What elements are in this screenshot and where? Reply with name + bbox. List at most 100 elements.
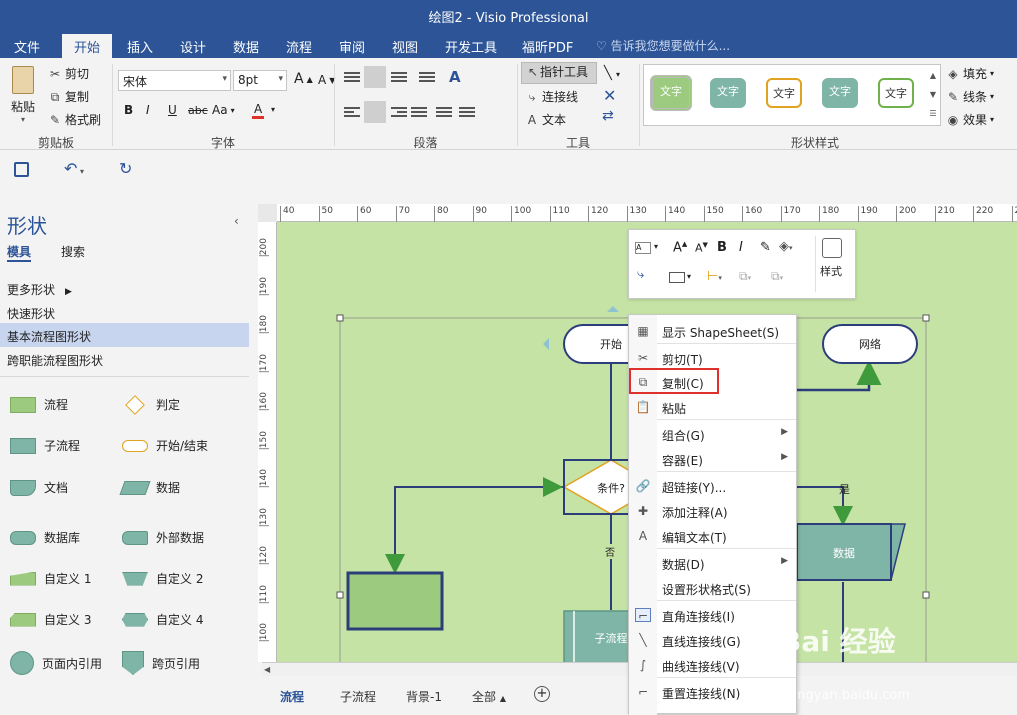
menu-item-format-shape[interactable]: 设置形状格式(S) [629, 576, 796, 600]
align-left-icon[interactable] [344, 105, 360, 119]
fill-icon[interactable]: ◈▾ [779, 239, 793, 254]
chevron-down-icon[interactable]: ▾ [687, 272, 691, 281]
tab-design[interactable]: 设计 [168, 34, 218, 58]
shape-custom-3[interactable]: 自定义 3 [10, 611, 91, 628]
page-tab-all[interactable]: 全部 ▲ [472, 688, 506, 705]
selection-handle[interactable] [337, 592, 343, 598]
chevron-down-icon[interactable]: ▾ [654, 242, 658, 251]
selection-handle[interactable] [337, 315, 343, 321]
position-icon[interactable]: ⊢▾ [707, 269, 722, 284]
menu-item-show-shapesheet[interactable]: ▦显示 ShapeSheet(S) [629, 319, 796, 343]
stencil-basic-flowchart[interactable]: 基本流程图形状 [0, 323, 249, 347]
underline-button[interactable]: U [168, 103, 177, 117]
font-color-button[interactable]: A [252, 102, 264, 119]
shape-custom-4[interactable]: 自定义 4 [122, 611, 203, 628]
style-swatch-2[interactable]: 文字 [710, 78, 746, 108]
align-bottom-icon[interactable] [391, 70, 407, 84]
menu-item-cut[interactable]: ✂剪切(T) [629, 346, 796, 370]
menu-item-paste[interactable]: 📋粘贴 [629, 395, 796, 419]
style-swatch-4[interactable]: 文字 [822, 78, 858, 108]
tab-file[interactable]: 文件 [2, 34, 52, 58]
style-swatch-5[interactable]: 文字 [878, 78, 914, 108]
shape-external-data[interactable]: 外部数据 [122, 529, 204, 546]
italic-button[interactable]: I [146, 103, 150, 117]
tell-me-box[interactable]: ♡ 告诉我您想要做什么... [596, 37, 730, 54]
scroll-left-icon[interactable]: ◀ [264, 665, 270, 674]
save-icon[interactable] [14, 162, 29, 177]
page-tab-background[interactable]: 背景-1 [406, 688, 442, 705]
connector-line[interactable] [797, 487, 843, 522]
process-shape[interactable] [348, 573, 442, 629]
tab-process[interactable]: 流程 [274, 34, 324, 58]
shape-on-page-reference[interactable]: 页面内引用 [10, 651, 102, 675]
indent-decrease-icon[interactable] [436, 105, 452, 119]
italic-icon[interactable]: I [739, 240, 743, 255]
menu-item-container[interactable]: 容器(E)▶ [629, 447, 796, 471]
menu-item-hyperlink[interactable]: 🔗超链接(Y)... [629, 474, 796, 498]
shrink-font-icon[interactable]: A▼ [695, 241, 708, 255]
effects-button[interactable]: ◉效果▾ [946, 111, 994, 128]
shape-data[interactable]: 数据 [122, 479, 180, 496]
text-style-icon[interactable]: A [635, 242, 651, 254]
format-painter-icon[interactable]: ✎ [760, 240, 771, 255]
font-name-combo[interactable]: 宋体▾ [118, 70, 231, 91]
menu-item-group[interactable]: 组合(G)▶ [629, 422, 796, 446]
tab-search[interactable]: 搜索 [61, 243, 85, 260]
menu-item-add-comment[interactable]: ✚添加注释(A) [629, 499, 796, 523]
menu-item-data[interactable]: 数据(D)▶ [629, 551, 796, 575]
shrink-font-button[interactable]: A▼ [318, 73, 335, 87]
shape-custom-2[interactable]: 自定义 2 [122, 570, 203, 587]
shape-off-page-reference[interactable]: 跨页引用 [122, 651, 200, 675]
align-top-icon[interactable] [344, 70, 360, 84]
shape-database[interactable]: 数据库 [10, 529, 80, 546]
tab-insert[interactable]: 插入 [115, 34, 165, 58]
font-size-combo[interactable]: 8pt▾ [233, 70, 287, 91]
page-tab-process[interactable]: 流程 [280, 688, 304, 705]
selection-handle[interactable] [923, 592, 929, 598]
bold-button[interactable]: B [124, 103, 133, 117]
shape-process[interactable]: 流程 [10, 396, 68, 413]
align-center-icon[interactable] [364, 101, 386, 123]
align-icon[interactable] [669, 272, 685, 283]
grow-font-icon[interactable]: A▲ [673, 240, 687, 255]
auto-connect-arrow[interactable] [607, 306, 619, 312]
line-tool-icon[interactable]: ╲ ▾ [604, 66, 620, 81]
pointer-tool-button[interactable]: ↖指针工具 [521, 62, 597, 84]
connection-point-icon[interactable]: ⇄ [602, 108, 614, 124]
stencil-quick-shapes[interactable]: 快速形状 [0, 300, 249, 324]
send-backward-icon[interactable]: ⧉▾ [771, 269, 783, 284]
line-button[interactable]: ✎线条▾ [946, 88, 994, 105]
page-tab-subprocess[interactable]: 子流程 [340, 688, 376, 705]
cut-button[interactable]: ✂剪切 [48, 65, 89, 82]
align-right-icon[interactable] [391, 105, 407, 119]
text-direction-icon[interactable]: A [449, 68, 461, 86]
styles-button[interactable]: 样式 [815, 236, 847, 292]
tab-stencils[interactable]: 模具 [7, 243, 31, 262]
justify-icon[interactable] [411, 105, 427, 119]
connector-icon[interactable]: ⤷ [637, 267, 644, 282]
tab-foxit-pdf[interactable]: 福昕PDF [510, 34, 585, 58]
redo-icon[interactable]: ↻ [119, 159, 132, 178]
shape-document[interactable]: 文档 [10, 479, 68, 496]
indent-increase-icon[interactable] [459, 105, 475, 119]
fill-button[interactable]: ◈填充▾ [946, 65, 994, 82]
menu-item-edit-text[interactable]: A编辑文本(T) [629, 524, 796, 548]
tab-review[interactable]: 审阅 [327, 34, 377, 58]
delete-icon[interactable]: ✕ [603, 86, 616, 105]
add-page-icon[interactable]: + [534, 686, 550, 702]
auto-connect-arrow[interactable] [543, 338, 549, 350]
strikethrough-button[interactable]: abc [188, 104, 208, 117]
shape-custom-1[interactable]: 自定义 1 [10, 570, 91, 587]
collapse-pane-icon[interactable]: ‹ [234, 214, 239, 228]
paste-button[interactable]: 粘贴 ▾ [8, 64, 38, 122]
bullets-icon[interactable] [419, 70, 435, 84]
shape-subprocess[interactable]: 子流程 [10, 437, 80, 454]
tab-view[interactable]: 视图 [380, 34, 430, 58]
change-case-button[interactable]: Aa▾ [212, 103, 235, 117]
style-swatch-1[interactable]: 文字 [650, 75, 692, 111]
shape-start-end[interactable]: 开始/结束 [122, 437, 208, 454]
gallery-scroll[interactable]: ▲▼☰ [926, 66, 940, 126]
bring-forward-icon[interactable]: ⧉▾ [739, 269, 751, 284]
tab-data[interactable]: 数据 [221, 34, 271, 58]
undo-icon[interactable]: ↶ ▾ [64, 159, 84, 178]
